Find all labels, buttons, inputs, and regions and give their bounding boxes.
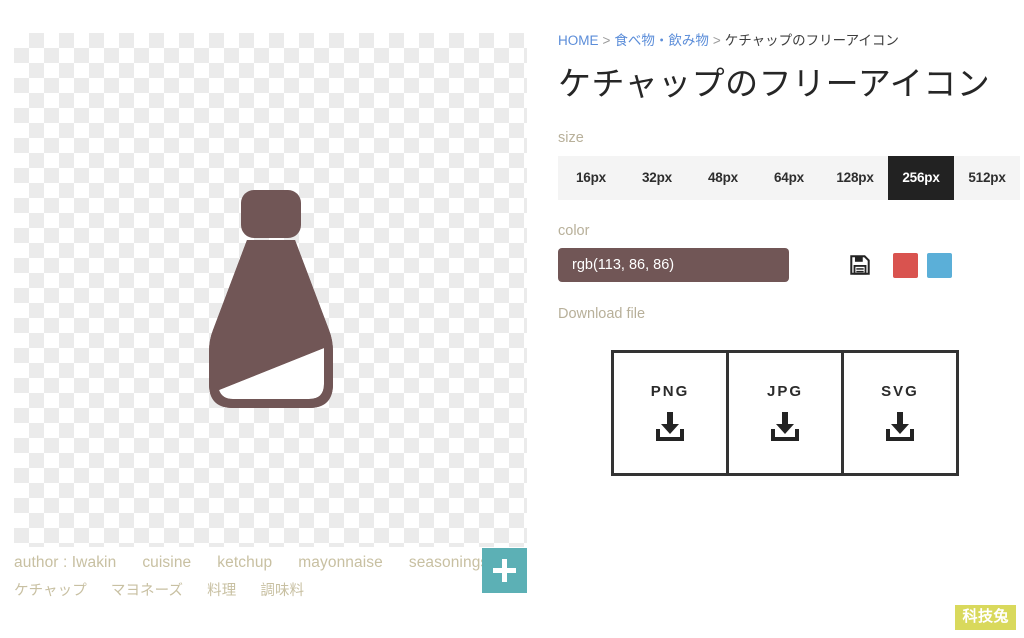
tag-mayonnaise-jp[interactable]: マヨネーズ [111, 583, 183, 599]
download-png-label: PNG [650, 383, 690, 401]
size-option-128px[interactable]: 128px [822, 156, 888, 200]
tag-cuisine[interactable]: cuisine [142, 555, 191, 571]
download-png-button[interactable]: PNG [611, 349, 729, 476]
color-row [558, 248, 1020, 283]
breadcrumb-separator-2: > [712, 33, 721, 48]
save-color-button[interactable] [849, 254, 871, 276]
tag-row-english: author : Iwakin cuisine ketchup mayonnai… [14, 555, 534, 571]
breadcrumb-category[interactable]: 食べ物・飲み物 [614, 33, 709, 48]
plus-icon-stem [502, 559, 507, 582]
color-section-label: color [558, 222, 590, 239]
size-option-256px[interactable]: 256px [888, 155, 954, 200]
ketchup-bottle-icon [208, 190, 333, 408]
size-option-32px[interactable]: 32px [624, 156, 690, 200]
tag-ketchup-jp[interactable]: ケチャップ [14, 583, 87, 599]
size-option-16px[interactable]: 16px [558, 156, 624, 200]
download-section-label: Download file [558, 306, 646, 323]
size-option-64px[interactable]: 64px [756, 156, 822, 200]
icon-preview-panel [14, 33, 527, 547]
page-title: ケチャップのフリーアイコン [558, 65, 991, 103]
tag-seasonings[interactable]: seasonings [409, 555, 488, 571]
breadcrumb-current: ケチャップのフリーアイコン [724, 33, 899, 48]
tag-cuisine-jp[interactable]: 料理 [207, 583, 236, 599]
watermark-badge: 科技兔 [955, 605, 1016, 630]
detail-column: HOME > 食べ物・飲み物 > ケチャップのフリーアイコン ケチャップのフリーアイコン… [558, 33, 1020, 476]
download-buttons: PNG JPG SVG [611, 349, 1020, 476]
tag-author[interactable]: author : Iwakin [14, 555, 116, 571]
download-arrow-icon [886, 412, 914, 442]
color-value-input[interactable] [558, 248, 789, 283]
download-arrow-icon [771, 412, 799, 442]
tag-row-japanese: ケチャップ マヨネーズ 料理 調味料 [14, 583, 534, 599]
breadcrumb-home[interactable]: HOME [558, 33, 599, 48]
download-svg-label: SVG [881, 383, 919, 401]
size-selector[interactable]: 16px 32px 48px 64px 128px 256px 512px [558, 155, 1020, 200]
tag-area: author : Iwakin cuisine ketchup mayonnai… [14, 555, 534, 598]
tag-mayonnaise[interactable]: mayonnaise [298, 555, 383, 571]
breadcrumb-separator-1: > [602, 33, 611, 48]
size-section-label: size [558, 130, 584, 147]
swatch-red[interactable] [893, 252, 918, 278]
tag-seasonings-jp[interactable]: 調味料 [260, 583, 304, 599]
swatch-blue[interactable] [927, 252, 952, 278]
size-option-512px[interactable]: 512px [954, 156, 1020, 200]
floppy-disk-icon [850, 255, 870, 275]
tag-ketchup[interactable]: ketchup [217, 555, 272, 571]
download-svg-button[interactable]: SVG [841, 349, 959, 476]
download-arrow-icon [656, 412, 684, 442]
size-option-48px[interactable]: 48px [690, 156, 756, 200]
breadcrumb: HOME > 食べ物・飲み物 > ケチャップのフリーアイコン [558, 33, 1020, 49]
download-jpg-label: JPG [766, 383, 803, 401]
download-jpg-button[interactable]: JPG [726, 349, 844, 476]
add-tag-button[interactable] [482, 548, 527, 593]
